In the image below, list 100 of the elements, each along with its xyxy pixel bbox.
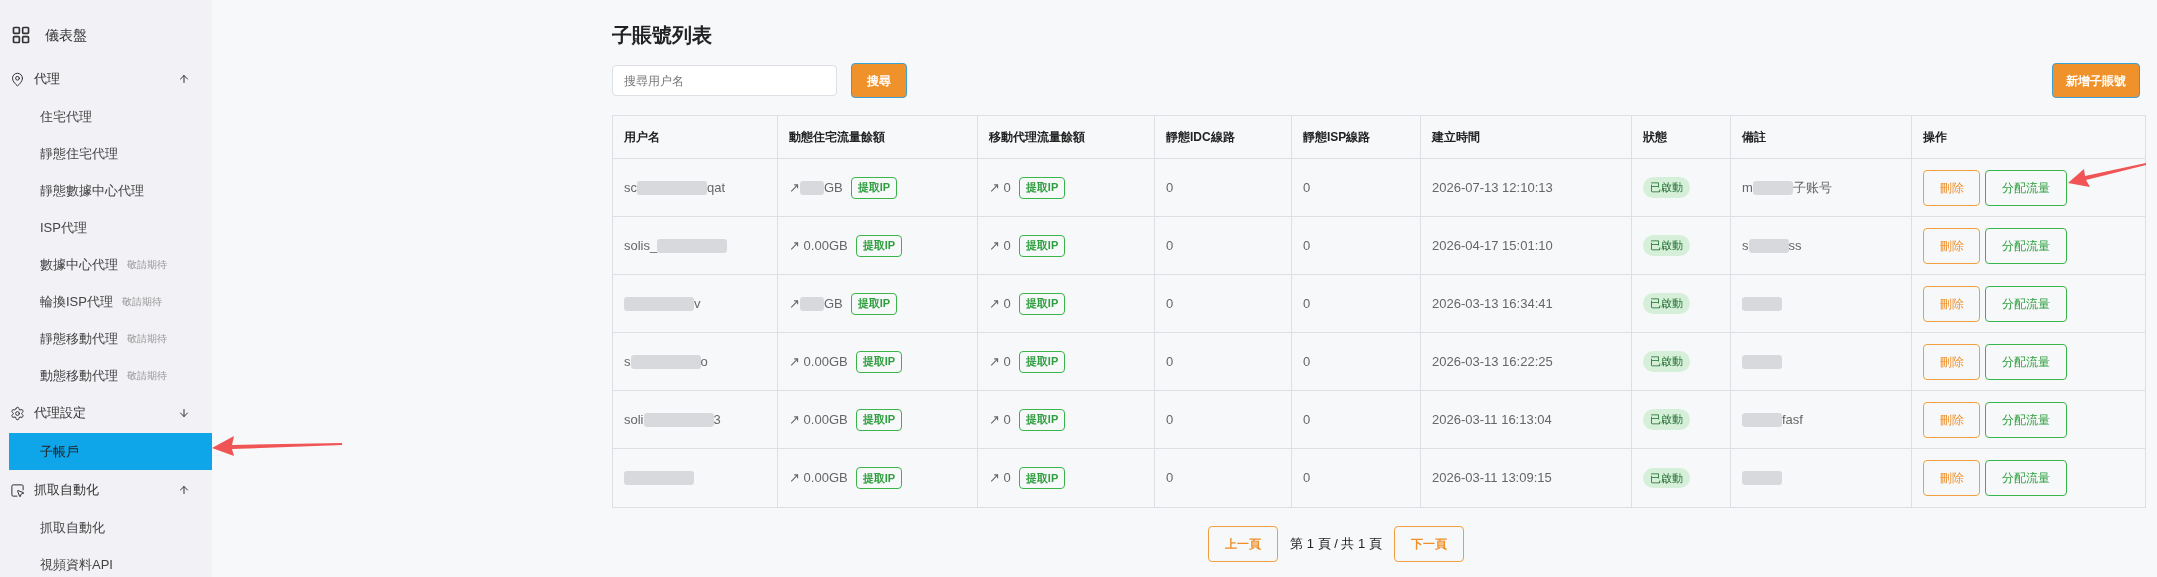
arrow-up-icon bbox=[178, 73, 190, 85]
allocate-traffic-button[interactable]: 分配流量 bbox=[1985, 401, 2067, 438]
cell-text: ↗ 0 bbox=[989, 178, 1011, 197]
prev-page-button[interactable]: 上一頁 bbox=[1208, 526, 1279, 562]
column-header: 備註 bbox=[1742, 129, 1766, 146]
item-label: 抓取自動化 bbox=[40, 518, 105, 537]
item-label: 住宅代理 bbox=[40, 107, 92, 126]
extract-ip-button[interactable]: 提取IP bbox=[1018, 467, 1066, 489]
page-title: 子賬號列表 bbox=[612, 23, 713, 48]
cell-text: 0 bbox=[1166, 294, 1174, 313]
cell-text: 0 bbox=[1166, 178, 1174, 197]
extract-ip-button[interactable]: 提取IP bbox=[855, 350, 903, 373]
coming-soon-label: 敬請期待 bbox=[127, 258, 167, 272]
delete-button[interactable]: 刪除 bbox=[1923, 285, 1980, 322]
cell-text: ↗ bbox=[789, 178, 800, 197]
add-subaccount-button[interactable]: 新增子賬號 bbox=[2052, 63, 2140, 98]
dashboard-grid-icon bbox=[11, 25, 31, 45]
column-header: 動態住宅流量餘額 bbox=[789, 129, 885, 146]
item-label: 子帳戶 bbox=[40, 442, 79, 461]
allocate-traffic-button[interactable]: 分配流量 bbox=[1985, 227, 2067, 264]
cell-text: ↗ 0.00GB bbox=[789, 236, 848, 255]
column-header: 靜態ISP線路 bbox=[1303, 129, 1371, 146]
redaction-blur bbox=[1748, 238, 1789, 253]
cell-text: 0 bbox=[1303, 236, 1311, 255]
cell-text: m bbox=[1742, 178, 1753, 197]
cell-text: 0 bbox=[1166, 410, 1174, 429]
delete-button[interactable]: 刪除 bbox=[1923, 343, 1980, 380]
cell-text: GB bbox=[824, 294, 843, 313]
status-badge: 已啟動 bbox=[1643, 177, 1690, 198]
cell-text: ↗ 0 bbox=[989, 236, 1011, 255]
cell-text: GB bbox=[824, 178, 843, 197]
cell-text: ↗ 0 bbox=[989, 294, 1011, 313]
cell-text: 2026-03-11 13:09:15 bbox=[1432, 469, 1552, 488]
cell-text: ↗ 0 bbox=[989, 352, 1011, 371]
sidebar-item[interactable]: 視頻資料API bbox=[9, 546, 212, 577]
redaction-blur bbox=[657, 238, 728, 253]
sidebar-item[interactable]: 抓取自動化 bbox=[9, 509, 212, 546]
item-label: 靜態移動代理 bbox=[40, 329, 118, 348]
delete-button[interactable]: 刪除 bbox=[1923, 460, 1980, 496]
extract-ip-button[interactable]: 提取IP bbox=[1018, 408, 1066, 431]
sidebar-item[interactable]: 子帳戶 bbox=[9, 433, 212, 470]
extract-ip-button[interactable]: 提取IP bbox=[850, 292, 898, 315]
allocate-traffic-button[interactable]: 分配流量 bbox=[1985, 169, 2067, 206]
search-field[interactable]: 搜尋用户名 bbox=[612, 65, 837, 96]
sidebar-section[interactable]: 抓取自動化 bbox=[0, 471, 212, 509]
column-header: 建立時間 bbox=[1432, 129, 1480, 146]
cell-text: ↗ 0 bbox=[989, 469, 1011, 488]
allocate-traffic-button[interactable]: 分配流量 bbox=[1985, 285, 2067, 322]
allocate-traffic-button[interactable]: 分配流量 bbox=[1985, 343, 2067, 380]
coming-soon-label: 敬請期待 bbox=[127, 369, 167, 383]
cell-text: 0 bbox=[1303, 178, 1311, 197]
search-button[interactable]: 搜尋 bbox=[851, 63, 907, 98]
item-label: 靜態住宅代理 bbox=[40, 144, 118, 163]
item-label: 視頻資料API bbox=[40, 555, 113, 574]
cell-text: ↗ 0 bbox=[989, 410, 1011, 429]
coming-soon-label: 敬請期待 bbox=[127, 332, 167, 346]
next-page-button[interactable]: 下一頁 bbox=[1393, 526, 1464, 562]
status-badge: 已啟動 bbox=[1643, 351, 1690, 372]
sidebar-item[interactable]: 靜態數據中心代理 bbox=[9, 172, 212, 209]
cell-text: 0 bbox=[1303, 410, 1311, 429]
arrow-down-icon bbox=[178, 407, 190, 419]
cell-text: ↗ 0.00GB bbox=[789, 410, 848, 429]
extract-ip-button[interactable]: 提取IP bbox=[855, 234, 903, 257]
cell-text: 2026-03-11 16:13:04 bbox=[1432, 410, 1552, 429]
sidebar-section[interactable]: 代理 bbox=[0, 60, 212, 98]
sidebar-item[interactable]: ISP代理 bbox=[9, 209, 212, 246]
cell-text: 0 bbox=[1166, 469, 1174, 488]
cell-text: 子账号 bbox=[1792, 178, 1832, 197]
column-header: 狀態 bbox=[1643, 129, 1667, 146]
extract-ip-button[interactable]: 提取IP bbox=[1018, 234, 1066, 257]
extract-ip-button[interactable]: 提取IP bbox=[1018, 292, 1066, 315]
column-header: 用户名 bbox=[624, 129, 660, 146]
item-label: 輪換ISP代理 bbox=[40, 292, 113, 311]
redaction-blur bbox=[643, 412, 714, 427]
sidebar-section[interactable]: 代理設定 bbox=[0, 394, 212, 432]
sidebar-item[interactable]: 住宅代理 bbox=[9, 98, 212, 135]
sidebar-item[interactable]: 靜態住宅代理 bbox=[9, 135, 212, 172]
status-badge: 已啟動 bbox=[1643, 409, 1690, 430]
sidebar-item[interactable]: 靜態移動代理 敬請期待 bbox=[9, 320, 212, 357]
delete-button[interactable]: 刪除 bbox=[1923, 169, 1980, 206]
delete-button[interactable]: 刪除 bbox=[1923, 227, 1980, 264]
sidebar-item[interactable]: 輪換ISP代理 敬請期待 bbox=[9, 283, 212, 320]
allocate-traffic-button[interactable]: 分配流量 bbox=[1985, 460, 2067, 496]
sidebar-link[interactable]: 儀表盤 bbox=[0, 16, 212, 54]
cell-text: s bbox=[1742, 236, 1749, 255]
cell-text: ss bbox=[1788, 236, 1802, 255]
sidebar-item[interactable]: 數據中心代理 敬請期待 bbox=[9, 246, 212, 283]
extract-ip-button[interactable]: 提取IP bbox=[855, 467, 903, 489]
extract-ip-button[interactable]: 提取IP bbox=[855, 408, 903, 431]
extract-ip-button[interactable]: 提取IP bbox=[1018, 350, 1066, 373]
extract-ip-button[interactable]: 提取IP bbox=[850, 176, 898, 199]
sidebar-item[interactable]: 動態移動代理 敬請期待 bbox=[9, 357, 212, 394]
cell-text: 0 bbox=[1166, 236, 1174, 255]
map-pin-icon bbox=[10, 71, 25, 87]
column-header: 靜態IDC線路 bbox=[1166, 129, 1235, 146]
extract-ip-button[interactable]: 提取IP bbox=[1018, 176, 1066, 199]
item-label: 動態移動代理 bbox=[40, 366, 118, 385]
cell-text: sc bbox=[624, 178, 637, 197]
redaction-blur bbox=[800, 180, 824, 195]
delete-button[interactable]: 刪除 bbox=[1923, 401, 1980, 438]
